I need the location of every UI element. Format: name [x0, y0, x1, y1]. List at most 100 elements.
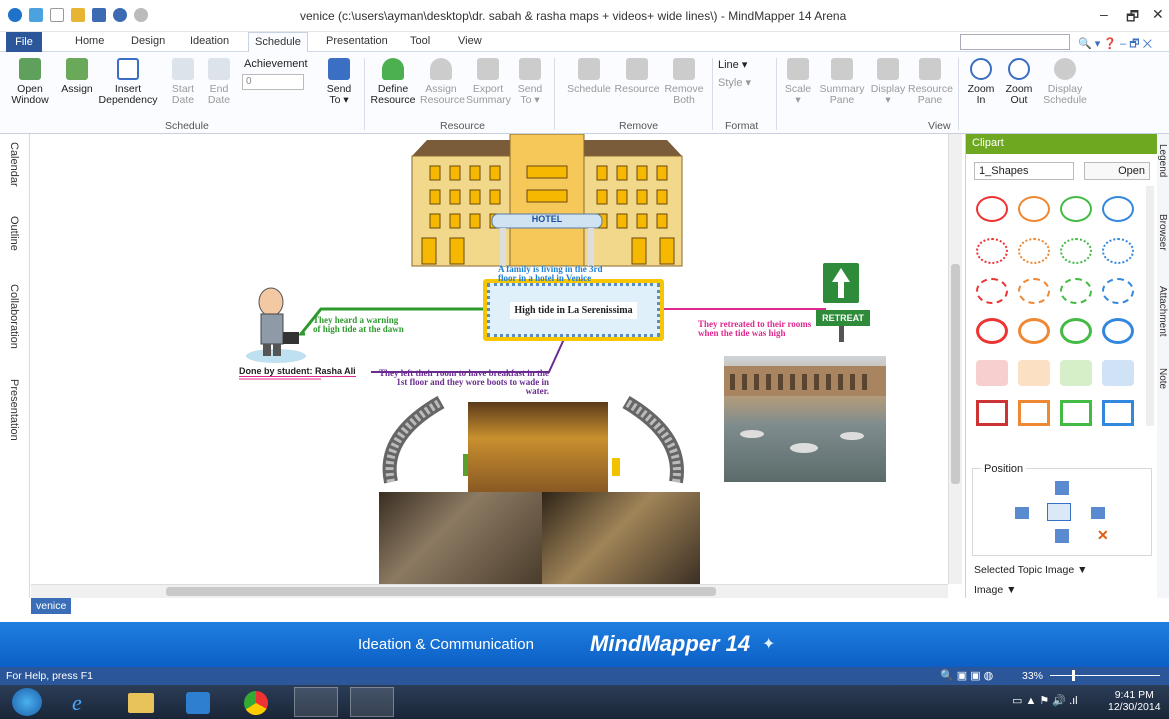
breakfast-photo-1[interactable] [379, 492, 542, 584]
scale-button[interactable]: Scale ▾ [782, 58, 814, 106]
worried-man-clipart[interactable] [241, 282, 311, 364]
chrome-icon[interactable] [244, 691, 268, 715]
breakfast-photo-2[interactable] [542, 492, 700, 584]
tray-icons[interactable]: ▭ ▲ ⚑ 🔊 .ıl [1012, 694, 1078, 707]
tab-calendar[interactable]: Calendar [8, 142, 20, 187]
topic-right[interactable]: They retreated to their rooms when the ti… [698, 320, 811, 338]
oval-shape[interactable] [1018, 318, 1050, 344]
zoom-out-button[interactable]: Zoom Out [1002, 58, 1036, 106]
burst-shape[interactable] [1018, 238, 1050, 264]
zoom-slider[interactable] [1050, 670, 1160, 681]
tab-collaboration[interactable]: Collaboration [8, 284, 20, 349]
zoom-in-button[interactable]: Zoom In [964, 58, 998, 106]
remove-position-icon[interactable]: ✕ [1097, 527, 1109, 544]
paint-taskbar-icon[interactable] [350, 687, 394, 717]
blob-shape[interactable] [976, 360, 1008, 386]
map-canvas[interactable]: HOTEL High tide in La Serenissima A fami… [31, 134, 948, 584]
undo-icon[interactable] [113, 8, 128, 22]
sheet-tab[interactable]: venice [31, 598, 71, 614]
scroll-thumb[interactable] [166, 587, 716, 596]
cloud-shape[interactable] [1018, 278, 1050, 304]
end-date-button[interactable]: End Date [204, 58, 234, 106]
close-button[interactable]: ✕ [1152, 6, 1164, 23]
cloud-shape[interactable] [1060, 278, 1092, 304]
central-topic[interactable]: High tide in La Serenissima [483, 279, 664, 341]
redo-icon[interactable] [134, 8, 149, 22]
staircase-right-image[interactable] [606, 396, 688, 490]
frame-shape[interactable] [1060, 400, 1092, 426]
search-input[interactable] [960, 34, 1070, 50]
display-schedule-button[interactable]: Display Schedule [1042, 58, 1088, 106]
new-file-icon[interactable] [50, 8, 65, 22]
line-dropdown[interactable]: Line ▾ [718, 58, 747, 71]
internet-explorer-icon[interactable]: e [72, 690, 82, 716]
view-mode-icons[interactable]: 🔍 ▣ ▣ ◍ [940, 669, 993, 682]
burst-shape[interactable] [1060, 238, 1092, 264]
home-icon[interactable] [29, 8, 44, 22]
blob-shape[interactable] [1102, 360, 1134, 386]
resource-pane-button[interactable]: Resource Pane [908, 58, 953, 106]
tab-attachment[interactable]: Attachment [1157, 286, 1168, 337]
tab-outline[interactable]: Outline [8, 216, 20, 251]
author-label[interactable]: Done by student: Rasha Ali [239, 366, 356, 377]
media-player-icon[interactable] [186, 692, 210, 714]
retreat-sign-image[interactable]: RETREAT [814, 260, 876, 342]
open-folder-icon[interactable] [71, 8, 86, 22]
speech-bubble-shape[interactable] [976, 196, 1008, 222]
flooded-piazza-photo[interactable] [724, 356, 886, 482]
send-to-button[interactable]: Send To ▾ [322, 58, 356, 106]
horizontal-scrollbar[interactable] [31, 584, 948, 598]
cloud-shape[interactable] [976, 278, 1008, 304]
tab-home[interactable]: Home [75, 35, 104, 47]
category-select[interactable]: 1_Shapes [974, 162, 1074, 180]
tab-presentation[interactable]: Presentation [326, 35, 388, 47]
position-center-icon[interactable] [1047, 503, 1071, 521]
position-top-icon[interactable] [1055, 481, 1069, 495]
frame-shape[interactable] [976, 400, 1008, 426]
clipart-gallery[interactable] [970, 186, 1146, 426]
cloud-shape[interactable] [1102, 278, 1134, 304]
taskbar-clock[interactable]: 9:41 PM 12/30/2014 [1108, 689, 1161, 713]
open-window-button[interactable]: Open Window [10, 58, 50, 106]
oval-shape[interactable] [976, 318, 1008, 344]
remove-schedule-button[interactable]: Schedule [566, 58, 612, 95]
tab-presentation-pane[interactable]: Presentation [8, 379, 20, 441]
topic-bottom[interactable]: They left their room to have breakfast i… [369, 369, 549, 396]
tab-ideation[interactable]: Ideation [190, 35, 229, 47]
position-left-icon[interactable] [1015, 507, 1029, 519]
gallery-scrollbar[interactable] [1146, 186, 1154, 426]
topic-top[interactable]: A family is living in the 3rd floor in a … [498, 265, 603, 283]
burst-shape[interactable] [976, 238, 1008, 264]
export-summary-button[interactable]: Export Summary [466, 58, 511, 106]
file-explorer-icon[interactable] [128, 693, 154, 713]
speech-bubble-shape[interactable] [1102, 196, 1134, 222]
frame-shape[interactable] [1018, 400, 1050, 426]
oval-shape[interactable] [1102, 318, 1134, 344]
display-button[interactable]: Display ▾ [868, 58, 908, 106]
tab-note[interactable]: Note [1157, 368, 1168, 389]
minimize-button[interactable]: – [1100, 6, 1108, 22]
file-menu[interactable]: File [6, 32, 42, 52]
open-button[interactable]: Open [1084, 162, 1150, 180]
scroll-thumb[interactable] [951, 264, 960, 484]
remove-resource-button[interactable]: Resource [614, 58, 660, 95]
oval-shape[interactable] [1060, 318, 1092, 344]
speech-bubble-shape[interactable] [1060, 196, 1092, 222]
restore-button[interactable]: 🗗 [1126, 6, 1139, 30]
image-dropdown[interactable]: Image ▼ [974, 584, 1017, 596]
tab-legend[interactable]: Legend [1157, 144, 1168, 177]
hotel-lobby-photo[interactable] [468, 402, 608, 492]
blob-shape[interactable] [1018, 360, 1050, 386]
mindmapper-taskbar-icon[interactable] [294, 687, 338, 717]
tab-tool[interactable]: Tool [410, 35, 430, 47]
remove-both-button[interactable]: Remove Both [662, 58, 706, 106]
topic-left[interactable]: They heard a warning of high tide at the … [313, 316, 404, 334]
start-button[interactable] [12, 688, 42, 716]
save-icon[interactable] [92, 8, 107, 22]
tab-browser[interactable]: Browser [1157, 214, 1168, 251]
selected-topic-image-dropdown[interactable]: Selected Topic Image ▼ [974, 564, 1088, 576]
summary-pane-button[interactable]: Summary Pane [818, 58, 866, 106]
burst-shape[interactable] [1102, 238, 1134, 264]
style-dropdown[interactable]: Style ▾ [718, 76, 751, 89]
achievement-stepper[interactable]: 0 [242, 74, 304, 90]
